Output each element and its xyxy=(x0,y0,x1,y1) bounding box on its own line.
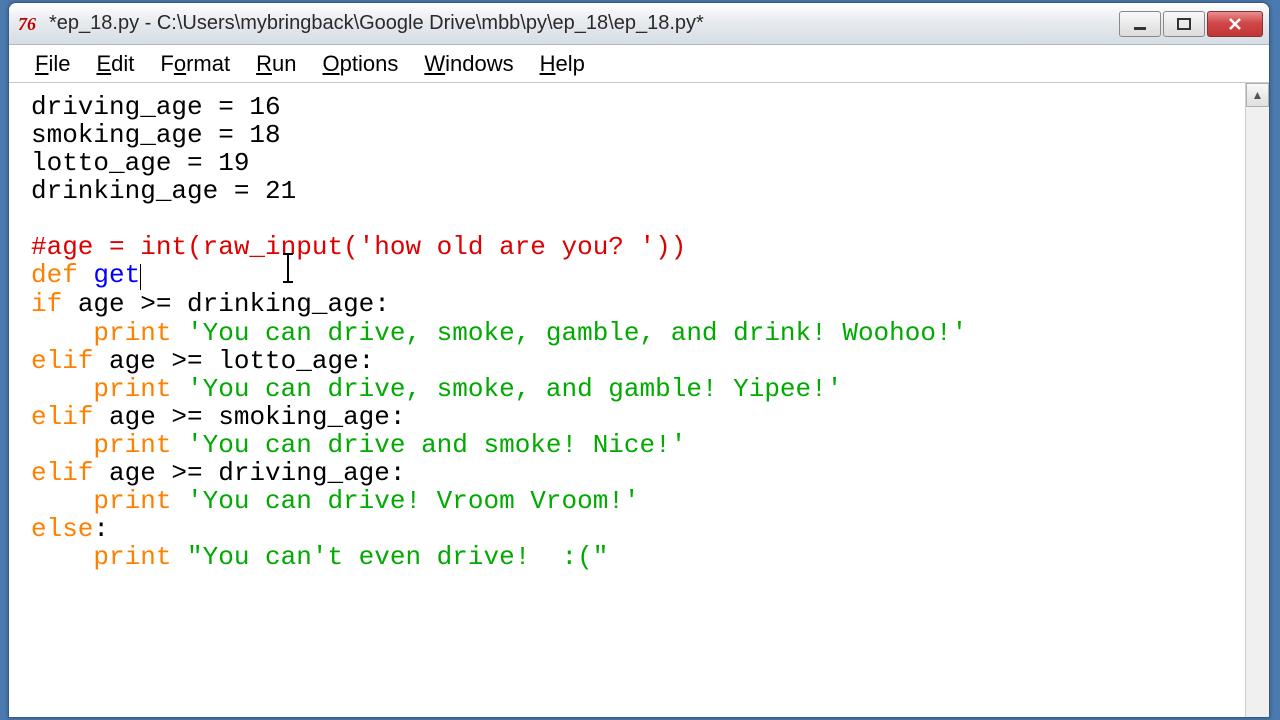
window-controls xyxy=(1119,11,1263,37)
menu-format[interactable]: Format xyxy=(156,47,234,81)
code-defname: get xyxy=(78,260,140,290)
scroll-up-button[interactable]: ▲ xyxy=(1246,83,1269,107)
menu-windows[interactable]: Windows xyxy=(420,47,517,81)
code-text: age >= lotto_age: xyxy=(93,346,374,376)
menu-file[interactable]: File xyxy=(31,47,74,81)
code-keyword: print xyxy=(31,542,171,572)
code-line: smoking_age = 18 xyxy=(31,120,281,150)
svg-text:76: 76 xyxy=(18,14,36,34)
minimize-icon xyxy=(1132,17,1148,31)
editor-area: driving_age = 16 smoking_age = 18 lotto_… xyxy=(9,83,1269,717)
maximize-button[interactable] xyxy=(1163,11,1205,37)
window-title: *ep_18.py - C:\Users\mybringback\Google … xyxy=(49,12,1119,35)
code-text: age >= driving_age: xyxy=(93,458,405,488)
code-keyword: elif xyxy=(31,402,93,432)
close-button[interactable] xyxy=(1207,11,1263,37)
code-string: 'You can drive! Vroom Vroom!' xyxy=(171,486,639,516)
menu-edit[interactable]: Edit xyxy=(92,47,138,81)
code-text: age >= smoking_age: xyxy=(93,402,405,432)
titlebar[interactable]: 76 *ep_18.py - C:\Users\mybringback\Goog… xyxy=(9,3,1269,45)
menu-help[interactable]: Help xyxy=(536,47,589,81)
code-string: 'You can drive, smoke, gamble, and drink… xyxy=(171,318,967,348)
code-line: lotto_age = 19 xyxy=(31,148,249,178)
code-string: 'You can drive, smoke, and gamble! Yipee… xyxy=(171,374,842,404)
vertical-scrollbar[interactable]: ▲ xyxy=(1245,83,1269,717)
close-icon xyxy=(1227,17,1243,31)
code-keyword: print xyxy=(31,318,171,348)
menu-options[interactable]: Options xyxy=(318,47,402,81)
maximize-icon xyxy=(1176,17,1192,31)
code-string: "You can't even drive! :(" xyxy=(171,542,608,572)
code-keyword: print xyxy=(31,486,171,516)
code-keyword: if xyxy=(31,289,62,319)
code-text: : xyxy=(93,514,109,544)
code-keyword: print xyxy=(31,430,171,460)
app-icon: 76 xyxy=(15,11,41,37)
scroll-track[interactable] xyxy=(1246,107,1269,717)
text-cursor xyxy=(140,264,141,290)
code-line: drinking_age = 21 xyxy=(31,176,296,206)
menubar: File Edit Format Run Options Windows Hel… xyxy=(9,45,1269,83)
code-keyword: def xyxy=(31,260,78,290)
code-keyword: else xyxy=(31,514,93,544)
code-editor[interactable]: driving_age = 16 smoking_age = 18 lotto_… xyxy=(9,83,1245,717)
code-string: 'You can drive and smoke! Nice!' xyxy=(171,430,686,460)
menu-run[interactable]: Run xyxy=(252,47,300,81)
code-keyword: print xyxy=(31,374,171,404)
code-text: age >= drinking_age: xyxy=(62,289,390,319)
app-window: 76 *ep_18.py - C:\Users\mybringback\Goog… xyxy=(8,2,1270,718)
minimize-button[interactable] xyxy=(1119,11,1161,37)
code-keyword: elif xyxy=(31,458,93,488)
code-line: driving_age = 16 xyxy=(31,92,281,122)
code-keyword: elif xyxy=(31,346,93,376)
code-comment: #age = int(raw_input('how old are you? '… xyxy=(31,232,686,262)
